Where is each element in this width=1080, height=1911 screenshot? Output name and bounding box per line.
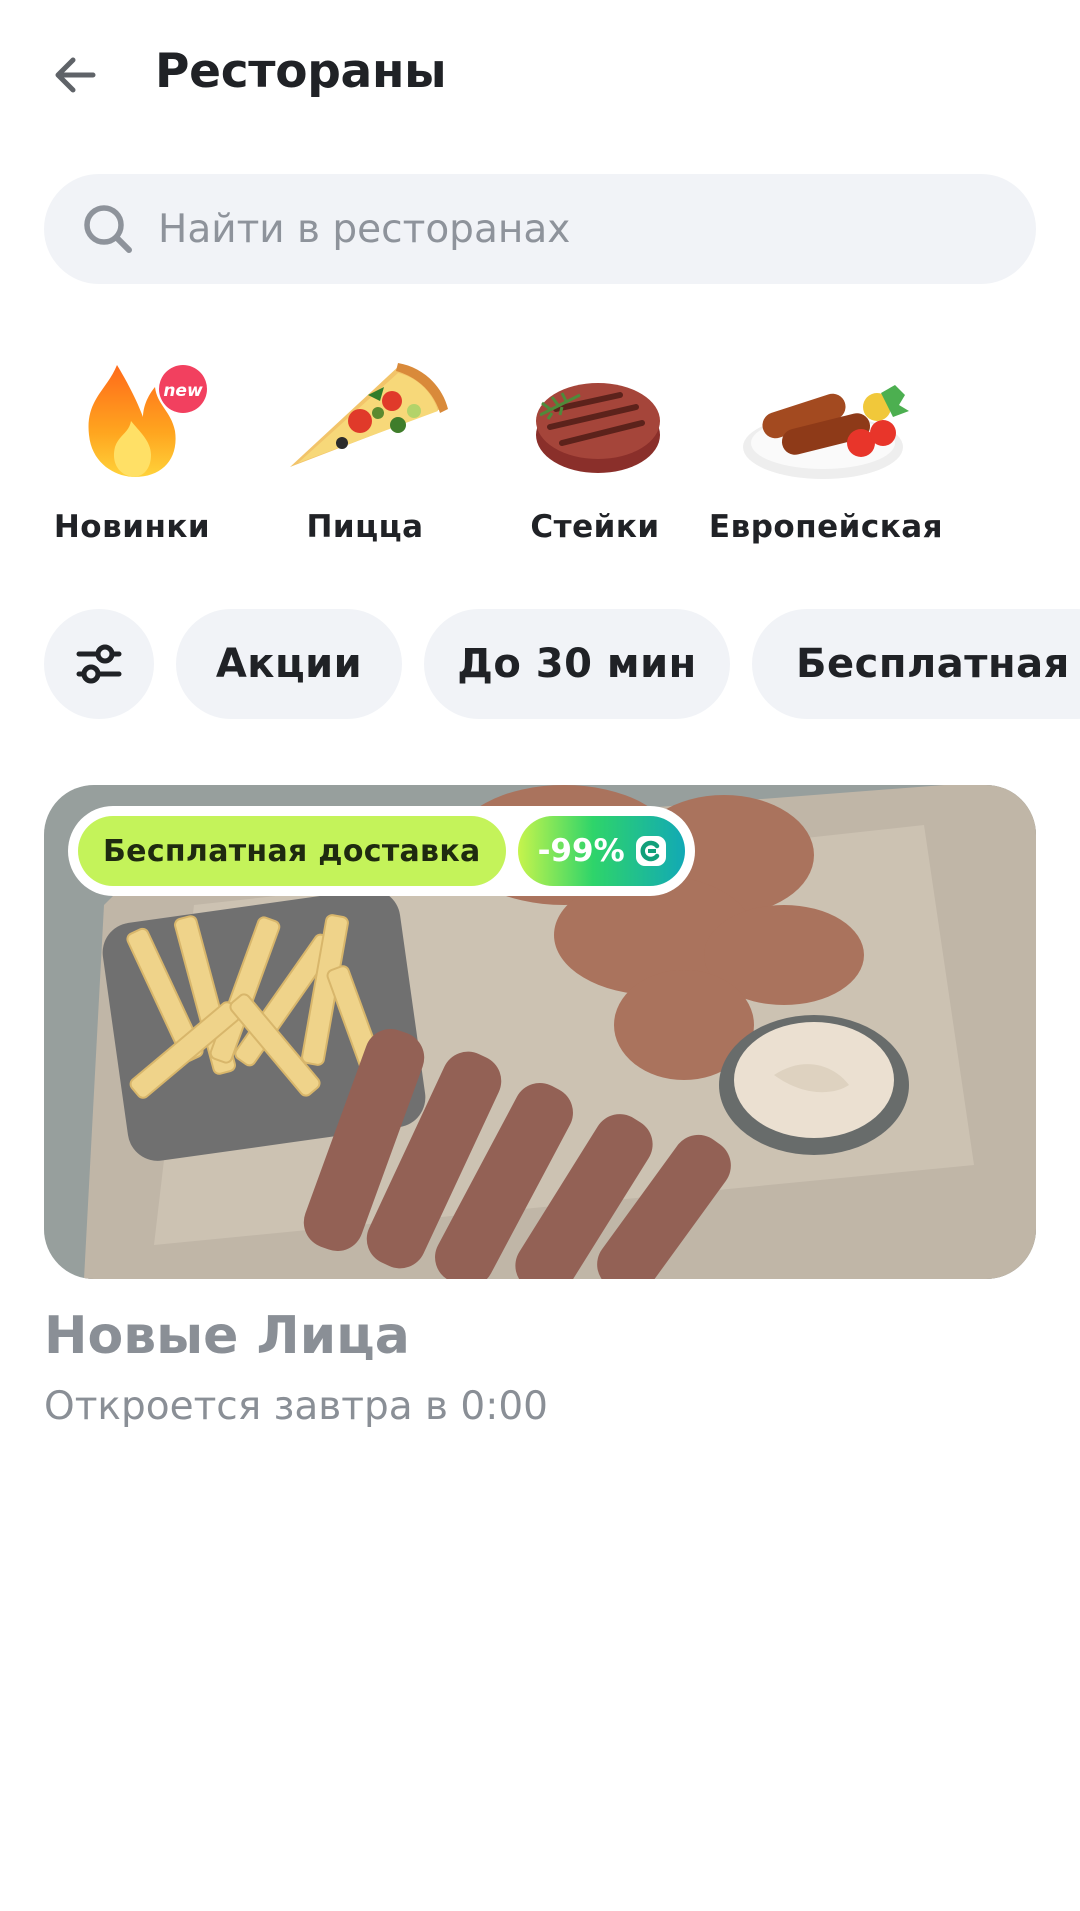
- sliders-icon: [76, 644, 122, 684]
- search-bar[interactable]: [44, 174, 1036, 284]
- back-button[interactable]: [40, 40, 110, 110]
- category-pizza[interactable]: Пицца: [265, 355, 465, 555]
- free-delivery-badge: Бесплатная доставка: [78, 816, 506, 886]
- discount-badge: -99%: [517, 816, 685, 886]
- new-badge: new: [163, 381, 203, 401]
- filter-chip-promo[interactable]: Акции: [176, 609, 402, 719]
- category-label: Пицца: [306, 509, 424, 545]
- arrow-left-icon: [55, 57, 96, 93]
- category-label: Стейки: [530, 509, 660, 545]
- filter-settings-button[interactable]: [44, 609, 154, 719]
- coin-icon: [635, 836, 666, 866]
- restaurant-status: Откроется завтра в 0:00: [44, 1384, 548, 1429]
- category-steaks[interactable]: Стейки: [495, 355, 695, 555]
- fire-new-icon: new: [88, 365, 207, 477]
- search-icon: [84, 205, 132, 253]
- filter-chip-free-delivery[interactable]: Бесплатная доставка: [752, 609, 1080, 719]
- category-label: Европейская: [708, 509, 944, 545]
- category-european[interactable]: Европейская: [709, 355, 943, 555]
- restaurant-badges: Бесплатная доставка -99%: [68, 806, 695, 896]
- category-new[interactable]: new Новинки: [32, 355, 232, 555]
- search-input[interactable]: [158, 206, 958, 252]
- filter-chip-30min[interactable]: До 30 мин: [424, 609, 730, 719]
- discount-value: -99%: [537, 833, 625, 869]
- pizza-icon: [290, 363, 448, 467]
- steak-icon: [536, 383, 660, 473]
- category-label: Новинки: [53, 509, 211, 545]
- restaurant-name[interactable]: Новые Лица: [44, 1306, 410, 1366]
- sausage-plate-icon: [743, 385, 909, 479]
- page-title: Рестораны: [155, 44, 447, 99]
